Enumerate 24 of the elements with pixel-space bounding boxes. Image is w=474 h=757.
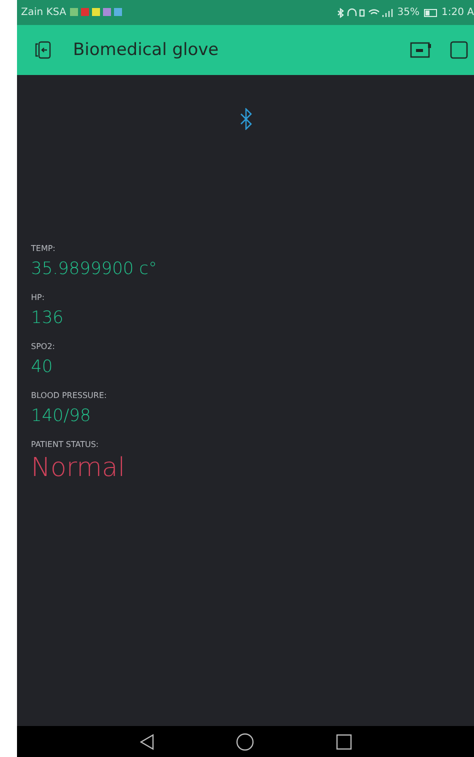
- app-title: Biomedical glove: [73, 40, 220, 60]
- field-label: PATIENT STATUS:: [31, 440, 100, 449]
- clock: 1:20 A: [442, 7, 474, 18]
- bluetooth-icon[interactable]: [238, 108, 252, 130]
- back-icon[interactable]: [140, 734, 154, 750]
- device-icon[interactable]: [410, 42, 432, 58]
- home-icon[interactable]: [236, 732, 254, 750]
- notification-icons: [70, 8, 122, 17]
- status-icons: [337, 8, 394, 18]
- battery-level: 35%: [397, 7, 420, 18]
- battery-icon: [424, 8, 438, 16]
- field-value: 35.9899900 c°: [31, 259, 158, 279]
- carrier-name: Zain KSA: [21, 7, 66, 18]
- field-label: TEMP:: [31, 244, 56, 253]
- field-label: BLOOD PRESSURE:: [31, 391, 108, 400]
- field-label: SPO2:: [31, 342, 56, 351]
- field-value: 140/98: [31, 406, 92, 426]
- field-label: HP:: [31, 293, 46, 302]
- field-value: Normal: [31, 453, 126, 483]
- square-icon[interactable]: [450, 41, 468, 59]
- field-value: 136: [31, 308, 64, 328]
- recents-icon[interactable]: [336, 734, 352, 750]
- field-value: 40: [31, 357, 54, 377]
- exit-icon[interactable]: [35, 41, 51, 59]
